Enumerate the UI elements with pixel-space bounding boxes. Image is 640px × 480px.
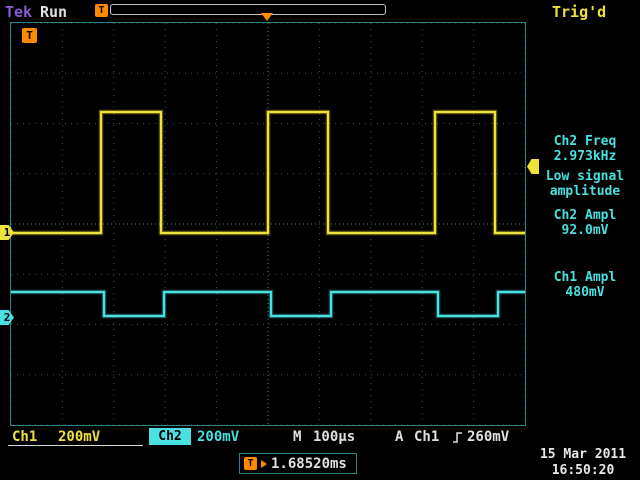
trigger-mode-label: A	[395, 429, 403, 445]
trigger-source-readout: Ch1	[414, 429, 439, 445]
ch1-scale-readout: 200mV	[58, 429, 100, 445]
trigger-t-icon: T	[95, 4, 108, 17]
ch1-ampl-value: 480mV	[532, 285, 638, 300]
ch1-readout-underline	[8, 445, 143, 446]
waveform-display	[11, 23, 525, 425]
trigger-time-value: 1.68520ms	[271, 456, 347, 472]
warning-line2: amplitude	[532, 184, 638, 199]
measurement-ch2-ampl: Ch2 Ampl 92.0mV	[532, 208, 638, 238]
ch2-ampl-label: Ch2 Ampl	[532, 208, 638, 223]
ch2-freq-label: Ch2 Freq	[532, 134, 638, 149]
tek-logo: Tek	[5, 3, 32, 21]
ch1-readout-label: Ch1	[12, 429, 37, 445]
oscilloscope-screen: Tek Run T Trig'd T 1 2 Ch2 Freq 2.973kHz…	[0, 0, 640, 480]
ch1-ampl-label: Ch1 Ampl	[532, 270, 638, 285]
timebase-readout: 100µs	[313, 429, 355, 445]
date-readout: 15 Mar 2011	[527, 447, 639, 463]
trigger-t-marker: T	[22, 28, 37, 43]
time-readout: 16:50:20	[527, 463, 639, 479]
trigger-time-box: T 1.68520ms	[239, 453, 357, 474]
ch2-scale-readout: 200mV	[197, 429, 239, 445]
trigger-time-t-icon: T	[244, 457, 257, 470]
trigger-status: Trig'd	[552, 3, 606, 21]
ch1-trace	[11, 112, 525, 233]
acquisition-state: Run	[40, 3, 67, 21]
measurement-warning: Low signal amplitude	[532, 169, 638, 199]
ch2-readout-chip: Ch2	[149, 428, 191, 445]
graticule: T	[10, 22, 526, 426]
timebase-label: M	[293, 429, 301, 445]
measurement-ch2-freq: Ch2 Freq 2.973kHz	[532, 134, 638, 164]
trigger-level-readout: 260mV	[467, 429, 509, 445]
trigger-time-arrow-icon	[261, 460, 267, 468]
datetime-readout: 15 Mar 2011 16:50:20	[527, 447, 639, 479]
ch2-freq-value: 2.973kHz	[532, 149, 638, 164]
ch2-ampl-value: 92.0mV	[532, 223, 638, 238]
trigger-position-marker-icon	[261, 13, 273, 21]
record-view-bar	[110, 4, 386, 15]
measurement-ch1-ampl: Ch1 Ampl 480mV	[532, 270, 638, 300]
warning-line1: Low signal	[532, 169, 638, 184]
rising-edge-icon	[452, 430, 463, 445]
